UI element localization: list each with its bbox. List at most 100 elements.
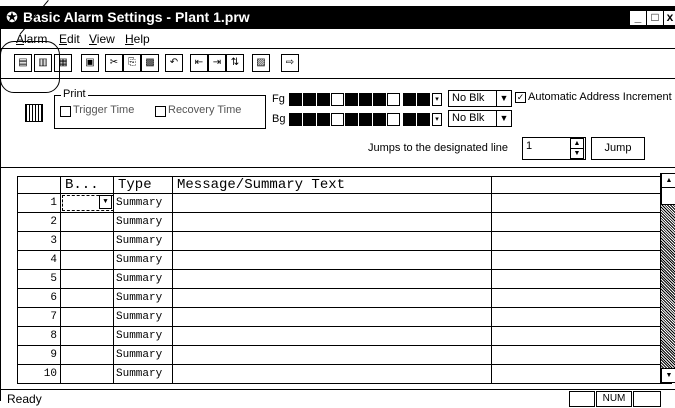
maximize-button[interactable]: □ <box>646 10 664 26</box>
table-row[interactable]: 8 Summary <box>17 326 672 346</box>
scroll-down-icon[interactable]: ▼ <box>661 368 675 383</box>
fg-color-swatch[interactable] <box>303 93 316 106</box>
row-number[interactable]: 10 <box>17 364 61 384</box>
row-number[interactable]: 9 <box>17 345 61 365</box>
table-row[interactable]: 1 ▼ Summary <box>17 193 672 213</box>
type-cell[interactable]: Summary <box>113 269 173 289</box>
bg-color-swatch[interactable] <box>387 113 400 126</box>
scroll-up-icon[interactable]: ▲ <box>661 173 675 188</box>
color-dropdown-icon[interactable]: ▾ <box>432 113 442 126</box>
properties-icon[interactable]: ▨ <box>252 54 270 72</box>
type-cell[interactable]: Summary <box>113 212 173 232</box>
fg-color-swatch[interactable] <box>387 93 400 106</box>
vertical-scrollbar[interactable]: ▲ ▼ <box>660 173 675 383</box>
chevron-down-icon[interactable]: ▼ <box>99 195 112 209</box>
type-cell[interactable]: Summary <box>113 193 173 213</box>
type-cell[interactable]: Summary <box>113 326 173 346</box>
message-cell[interactable] <box>172 288 492 308</box>
paste-icon[interactable]: ▩ <box>141 54 159 72</box>
bg-color-swatch[interactable] <box>331 113 344 126</box>
sort-icon[interactable]: ⇅ <box>226 54 244 72</box>
table-row[interactable]: 10 Summary <box>17 364 672 384</box>
fg-color-swatch[interactable] <box>317 93 330 106</box>
trigger-time-checkbox[interactable] <box>60 106 71 117</box>
bg-color-swatch[interactable] <box>317 113 330 126</box>
scroll-thumb[interactable] <box>661 187 675 205</box>
fg-color-swatch[interactable] <box>331 93 344 106</box>
exit-icon[interactable]: ⇨ <box>281 54 299 72</box>
bit-cell[interactable] <box>60 326 114 346</box>
type-cell[interactable]: Summary <box>113 364 173 384</box>
row-number[interactable]: 8 <box>17 326 61 346</box>
message-cell[interactable] <box>172 269 492 289</box>
bit-cell[interactable] <box>60 307 114 327</box>
table-row[interactable]: 2 Summary <box>17 212 672 232</box>
message-cell[interactable] <box>172 250 492 270</box>
table-row[interactable]: 4 Summary <box>17 250 672 270</box>
message-cell[interactable] <box>172 364 492 384</box>
bit-cell[interactable] <box>60 212 114 232</box>
bg-color-swatch[interactable] <box>303 113 316 126</box>
bg-color-swatch[interactable] <box>373 113 386 126</box>
copy-icon[interactable]: ⎘ <box>123 54 141 72</box>
bit-cell[interactable] <box>60 364 114 384</box>
bg-color-swatch[interactable] <box>359 113 372 126</box>
minimize-button[interactable]: _ <box>629 10 647 26</box>
row-number[interactable]: 1 <box>17 193 61 213</box>
spin-down-icon[interactable]: ▼ <box>570 148 584 159</box>
bit-cell[interactable] <box>60 231 114 251</box>
type-cell[interactable]: Summary <box>113 345 173 365</box>
column-header-bit[interactable]: B... <box>60 176 114 194</box>
chevron-down-icon[interactable]: ▼ <box>496 111 511 126</box>
insert-row-icon[interactable]: ⇤ <box>190 54 208 72</box>
fg-blink-select[interactable]: No Blk ▼ <box>448 90 512 107</box>
row-number[interactable]: 3 <box>17 231 61 251</box>
bit-cell[interactable]: ▼ <box>60 193 114 213</box>
bg-color-swatch[interactable] <box>417 113 430 126</box>
fg-color-swatch[interactable] <box>345 93 358 106</box>
column-header-type[interactable]: Type <box>113 176 173 194</box>
menu-view[interactable]: View <box>89 32 115 46</box>
fg-color-swatch[interactable] <box>373 93 386 106</box>
bg-blink-select[interactable]: No Blk ▼ <box>448 110 512 127</box>
undo-icon[interactable]: ↶ <box>165 54 183 72</box>
auto-increment-checkbox[interactable]: ✓ <box>515 92 526 103</box>
bg-color-swatch[interactable] <box>345 113 358 126</box>
bit-cell[interactable] <box>60 288 114 308</box>
alarm-log-icon[interactable]: ▦ <box>54 54 72 72</box>
jump-line-spinner[interactable]: 1 ▲ ▼ <box>522 137 586 160</box>
color-dropdown-icon[interactable]: ▾ <box>432 93 442 106</box>
fg-color-swatch[interactable] <box>403 93 416 106</box>
save-icon[interactable]: ▣ <box>81 54 99 72</box>
menu-help[interactable]: Help <box>125 32 150 46</box>
row-number[interactable]: 6 <box>17 288 61 308</box>
bg-color-swatch[interactable] <box>289 113 302 126</box>
row-number[interactable]: 7 <box>17 307 61 327</box>
fg-color-swatch[interactable] <box>289 93 302 106</box>
table-row[interactable]: 3 Summary <box>17 231 672 251</box>
bit-cell[interactable] <box>60 250 114 270</box>
chevron-down-icon[interactable]: ▼ <box>496 91 511 106</box>
row-number[interactable]: 4 <box>17 250 61 270</box>
alarm-history-icon[interactable]: ▥ <box>34 54 52 72</box>
table-row[interactable]: 9 Summary <box>17 345 672 365</box>
message-cell[interactable] <box>172 307 492 327</box>
close-button[interactable]: x <box>663 10 675 26</box>
recovery-time-checkbox[interactable] <box>155 106 166 117</box>
message-cell[interactable] <box>172 345 492 365</box>
fg-color-swatch[interactable] <box>359 93 372 106</box>
message-cell[interactable] <box>172 326 492 346</box>
column-header-message[interactable]: Message/Summary Text <box>172 176 492 194</box>
menu-edit[interactable]: Edit <box>59 32 80 46</box>
cut-icon[interactable]: ✂ <box>105 54 123 72</box>
row-number[interactable]: 5 <box>17 269 61 289</box>
message-cell[interactable] <box>172 212 492 232</box>
row-number[interactable]: 2 <box>17 212 61 232</box>
basic-alarm-icon[interactable]: ▤ <box>14 54 32 72</box>
message-cell[interactable] <box>172 231 492 251</box>
message-cell[interactable] <box>172 193 492 213</box>
app-icon[interactable]: ✪ <box>4 9 20 25</box>
table-row[interactable]: 5 Summary <box>17 269 672 289</box>
type-cell[interactable]: Summary <box>113 288 173 308</box>
fg-color-swatch[interactable] <box>417 93 430 106</box>
